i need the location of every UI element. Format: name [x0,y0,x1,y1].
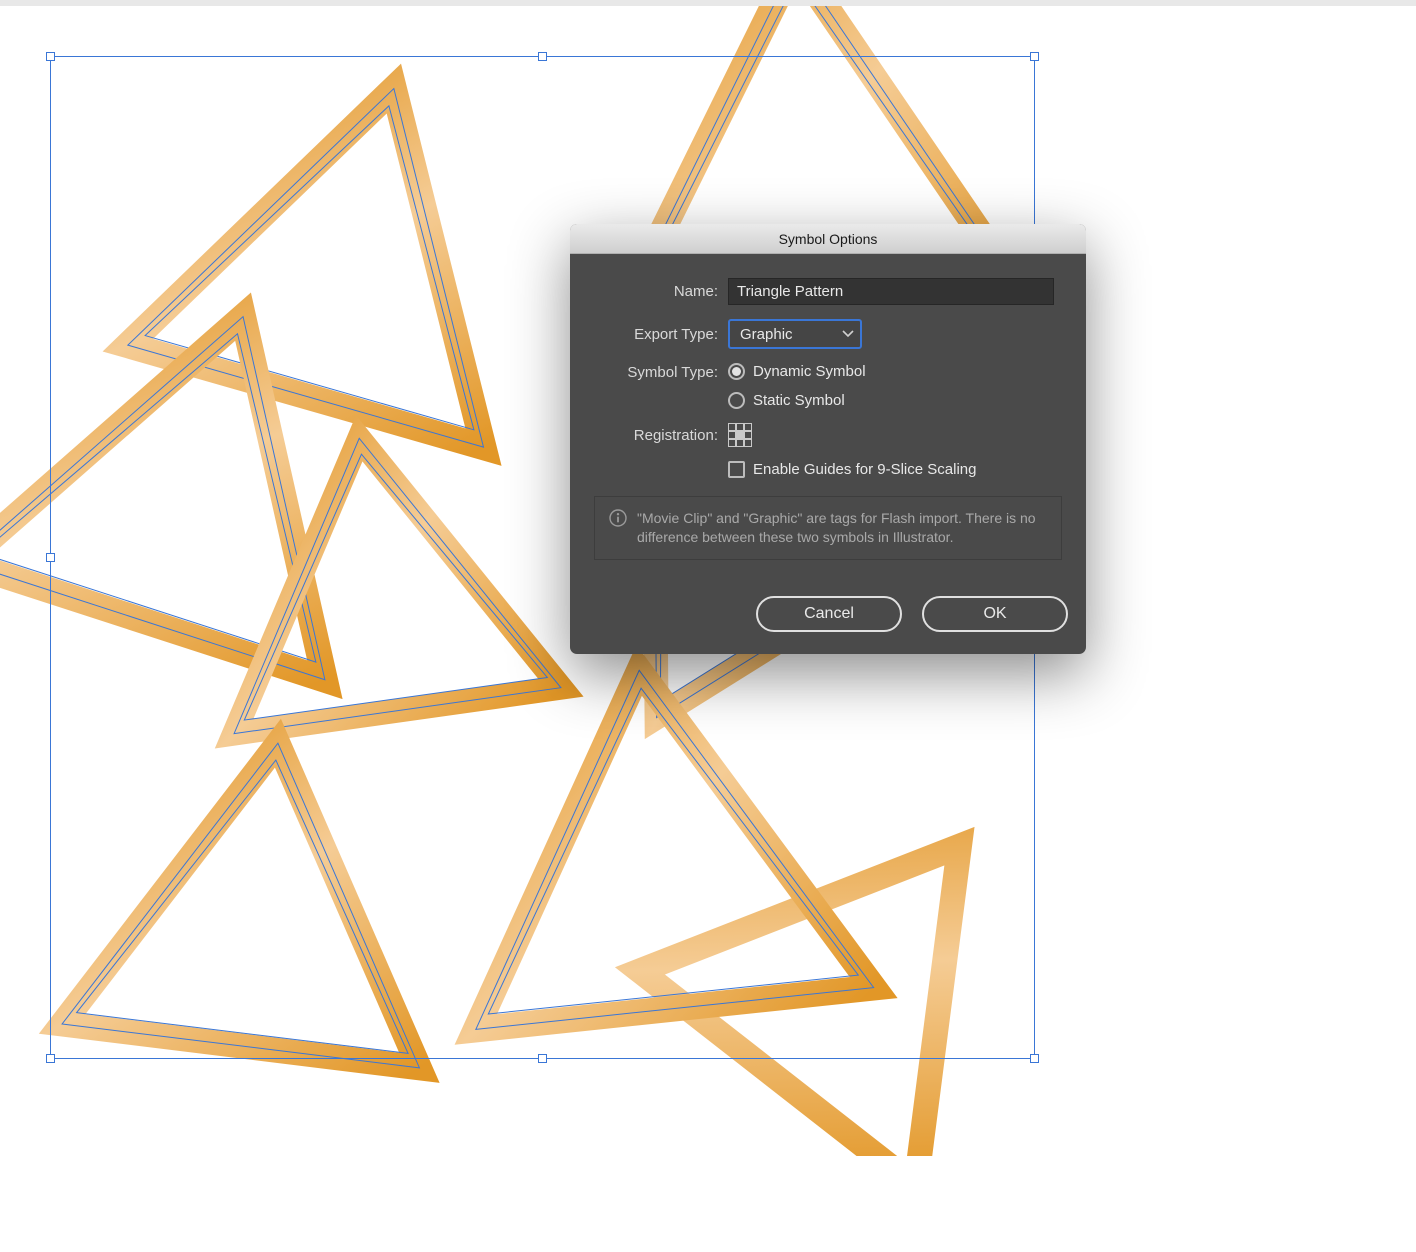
selection-handle-bottom-right[interactable] [1030,1054,1039,1063]
selection-handle-top-middle[interactable] [538,52,547,61]
name-label: Name: [594,283,728,300]
selection-handle-middle-left[interactable] [46,553,55,562]
info-box: "Movie Clip" and "Graphic" are tags for … [594,496,1062,560]
enable-guides-label: Enable Guides for 9-Slice Scaling [753,461,976,478]
static-symbol-label: Static Symbol [753,392,845,409]
info-text: "Movie Clip" and "Graphic" are tags for … [637,509,1047,547]
cancel-button[interactable]: Cancel [756,596,902,632]
selection-handle-bottom-left[interactable] [46,1054,55,1063]
dialog-title: Symbol Options [570,224,1086,254]
symbol-type-static-radio[interactable]: Static Symbol [728,392,866,409]
symbol-type-dynamic-radio[interactable]: Dynamic Symbol [728,363,866,380]
symbol-options-dialog: Symbol Options Name: Export Type: Graphi… [570,224,1086,654]
export-type-select[interactable]: Graphic [728,319,862,349]
registration-label: Registration: [594,427,728,444]
export-type-value: Graphic [740,326,793,343]
radio-selected-icon [728,363,745,380]
selection-handle-bottom-middle[interactable] [538,1054,547,1063]
dialog-buttons: Cancel OK [570,570,1086,654]
name-input[interactable] [728,278,1054,305]
info-icon [609,509,627,527]
dialog-body: Name: Export Type: Graphic S [570,254,1086,570]
symbol-type-label: Symbol Type: [594,363,728,381]
registration-grid[interactable] [728,423,752,447]
checkbox-unchecked-icon [728,461,745,478]
selection-handle-top-right[interactable] [1030,52,1039,61]
artboard[interactable]: Symbol Options Name: Export Type: Graphi… [0,6,1416,1252]
export-type-label: Export Type: [594,326,728,343]
ok-button[interactable]: OK [922,596,1068,632]
radio-unselected-icon [728,392,745,409]
dynamic-symbol-label: Dynamic Symbol [753,363,866,380]
selection-handle-top-left[interactable] [46,52,55,61]
canvas-background: Symbol Options Name: Export Type: Graphi… [0,0,1416,1252]
enable-guides-checkbox[interactable]: Enable Guides for 9-Slice Scaling [728,461,976,478]
